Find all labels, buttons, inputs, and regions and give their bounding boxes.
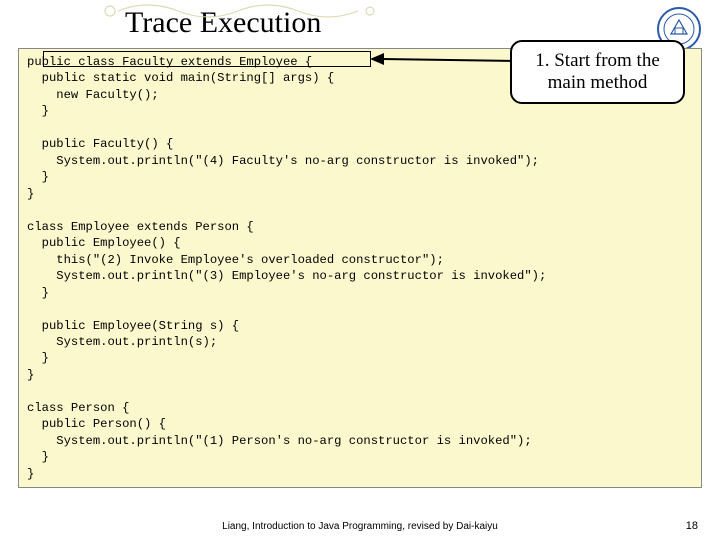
- callout-text: 1. Start from the main method: [535, 50, 660, 93]
- page-number: 18: [686, 520, 698, 532]
- highlight-main-method: [43, 51, 371, 67]
- arrow-to-main: [368, 48, 518, 74]
- code-block: public class Faculty extends Employee { …: [18, 48, 702, 488]
- slide-title: Trace Execution: [0, 6, 321, 40]
- callout-step-1: 1. Start from the main method: [510, 40, 685, 104]
- footer-citation: Liang, Introduction to Java Programming,…: [0, 521, 720, 532]
- slide: Trace Execution public class Faculty ext…: [0, 0, 720, 540]
